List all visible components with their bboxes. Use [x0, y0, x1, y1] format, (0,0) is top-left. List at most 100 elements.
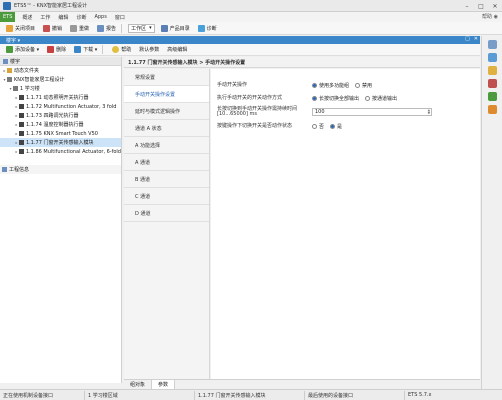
bottom-tabs: 组对象 参数 — [124, 379, 480, 389]
info-icon — [2, 167, 7, 172]
advanced-edit-button[interactable]: 高级编辑 — [165, 44, 189, 55]
check-icon[interactable] — [487, 92, 497, 101]
diagnostics-button[interactable]: 诊断 — [196, 23, 219, 34]
category-item[interactable]: 手动开关操作设置 — [124, 86, 209, 103]
minimize-icon[interactable]: – — [460, 0, 474, 12]
delete-icon — [47, 46, 55, 53]
menu-item-overview[interactable]: 概述 — [18, 14, 36, 21]
radio-button[interactable] — [330, 124, 336, 129]
menu-item-diagnostics[interactable]: 诊断 — [72, 14, 90, 21]
category-item[interactable]: C 通道 — [124, 188, 209, 205]
tree-node-label: 1.1.74 温度控制器执行器 — [26, 122, 84, 128]
close-icon[interactable]: ✕ — [488, 0, 502, 12]
alert-icon[interactable] — [487, 79, 497, 88]
category-item[interactable]: A 通道 — [124, 154, 209, 171]
folder-icon — [7, 77, 12, 82]
radio-option[interactable]: 是 — [330, 123, 342, 130]
help-menu[interactable]: 帮助 ◉ — [482, 13, 498, 20]
todo-icon[interactable] — [487, 105, 497, 114]
radio-button[interactable] — [355, 83, 361, 88]
toolbar-separator — [102, 45, 104, 54]
panel-float-icon[interactable]: □ — [465, 36, 470, 42]
tree-footer-project-info[interactable]: 工程信息 — [0, 165, 121, 174]
download-button[interactable]: 下载 ▾ — [72, 44, 99, 55]
device-icon — [19, 113, 24, 118]
catalog-button[interactable]: 产品目录 — [159, 23, 192, 34]
category-item[interactable]: 常规设置 — [124, 69, 209, 86]
diagnostics-icon — [197, 24, 205, 32]
category-item[interactable]: 延时与模式逻辑操作 — [124, 103, 209, 120]
folder-icon — [7, 68, 12, 73]
window-controls: – □ ✕ — [460, 0, 502, 12]
tree-node-label: 1.1.77 门窗开关传感输入模块 — [26, 140, 94, 146]
radio-option[interactable]: 使用多功能组 — [312, 82, 349, 89]
menu-item-work[interactable]: 工作 — [36, 14, 54, 21]
category-item[interactable]: 通道 A 状态 — [124, 120, 209, 137]
tree-node[interactable]: ▸ 1.1.74 温度控制器执行器 — [0, 120, 121, 129]
category-item[interactable]: B 通道 — [124, 171, 209, 188]
radio-button[interactable] — [365, 96, 371, 101]
tree-node-label: 1.1.86 Multifunctional Actuator, 6-fold — [25, 148, 121, 155]
default-params-button[interactable]: 默认参数 — [137, 44, 161, 55]
panel-title-bar: 楼宇 ▾ □ ✕ — [0, 36, 480, 44]
menu-item-window[interactable]: 窗口 — [111, 14, 129, 21]
spinner-arrows-icon[interactable]: ▲ ▼ — [428, 109, 430, 115]
ets-mode-badge[interactable]: ETS — [0, 12, 16, 22]
clipboard-icon[interactable] — [487, 66, 497, 75]
tree-node[interactable]: ▸ 动态文件夹 — [0, 66, 121, 75]
status-last-interface: 最后使用的设备接口 — [305, 390, 405, 400]
panel-toolbar: 添加设备 ▾ 删除 下载 ▾ 帮助 默认参数 高级编辑 — [0, 44, 480, 56]
tree-node-label: 1.1.72 Multifunction Actuator, 3 fold — [26, 103, 117, 110]
building-icon — [3, 58, 8, 64]
category-item[interactable]: A 功能选择 — [124, 137, 209, 154]
radio-button[interactable] — [312, 96, 317, 101]
help-icon — [112, 46, 120, 53]
status-location: 1 学习楼区域 — [85, 390, 195, 400]
undo-button[interactable]: 撤销 — [41, 23, 64, 34]
tree-node-label: 动态文件夹 — [14, 68, 40, 74]
radio-option[interactable]: 按通道输出 — [365, 95, 397, 102]
add-device-button[interactable]: 添加设备 ▾ — [4, 44, 41, 55]
panel-close-icon[interactable]: ✕ — [474, 36, 478, 42]
tree-node-label: 1.1.73 四路调光执行器 — [26, 113, 79, 119]
status-bar: 正在使用机制设备接口 1 学习楼区域 1.1.77 门窗开关传感输入模块 最后使… — [0, 389, 502, 400]
redo-button[interactable]: 重做 — [68, 23, 91, 34]
search-icon[interactable] — [487, 53, 497, 62]
field-manual-operation: 手动开关操作 使用多功能组 禁用 — [217, 82, 373, 90]
category-item[interactable]: D 通道 — [124, 205, 209, 222]
duration-input[interactable]: 100 ▲ ▼ — [312, 108, 432, 116]
menu-bar: ETS 概述 工作 编辑 诊断 Apps 窗口 帮助 ◉ — [0, 12, 502, 22]
tree-node[interactable]: ▾ 1 学习楼 — [0, 84, 121, 93]
tree-node[interactable]: ▸ 1.1.77 门窗开关传感输入模块 — [0, 138, 121, 147]
radio-option[interactable]: 长按切换全部输出 — [312, 95, 359, 102]
field-switch-action-mode: 执行手动开关的开关动作方式 长按切换全部输出 按通道输出 — [217, 95, 398, 103]
maximize-icon[interactable]: □ — [474, 0, 488, 12]
tab-parameters[interactable]: 参数 — [152, 380, 176, 389]
tree-node[interactable]: ▸ 1.1.73 四路调光执行器 — [0, 111, 121, 120]
properties-icon[interactable] — [487, 40, 497, 49]
tree-node[interactable]: ▸ 1.1.72 Multifunction Actuator, 3 fold — [0, 102, 121, 111]
panel-title[interactable]: 楼宇 ▾ — [6, 37, 20, 44]
radio-button[interactable] — [312, 83, 317, 88]
help-button[interactable]: 帮助 — [110, 44, 133, 55]
menu-item-edit[interactable]: 编辑 — [54, 14, 72, 21]
menu-item-apps[interactable]: Apps — [90, 14, 110, 20]
tree-node[interactable]: ▸ 1.1.71 动态照明开关执行器 — [0, 93, 121, 102]
workspace-dropdown[interactable]: 工作区 ▾ — [128, 23, 155, 33]
undo-icon — [43, 24, 51, 32]
tab-group-objects[interactable]: 组对象 — [124, 380, 153, 389]
tree-list: ▸ 动态文件夹 ▾ KNX智能家居工程设计 ▾ 1 学习楼 ▸ 1.1.71 动态照明开关执行… — [0, 66, 121, 156]
tree-node-label: 1.1.75 KNX Smart Touch V50 — [26, 130, 98, 137]
title-bar: ETS5™ - KNX智能家居工程设计 – □ ✕ — [0, 0, 502, 12]
report-button[interactable]: 报告 — [95, 23, 118, 34]
status-interface[interactable]: 正在使用机制设备接口 — [0, 390, 85, 400]
tree-node[interactable]: ▸ 1.1.86 Multifunctional Actuator, 6-fold — [0, 147, 121, 156]
radio-option[interactable]: 禁用 — [355, 82, 372, 89]
radio-button[interactable] — [312, 124, 317, 129]
radio-option[interactable]: 否 — [312, 123, 324, 130]
tree-node[interactable]: ▾ KNX智能家居工程设计 — [0, 75, 121, 84]
delete-button[interactable]: 删除 — [45, 44, 68, 55]
redo-icon — [70, 24, 78, 32]
close-project-button[interactable]: 关闭项目 — [4, 23, 37, 34]
tree-node[interactable]: ▸ 1.1.75 KNX Smart Touch V50 — [0, 129, 121, 138]
